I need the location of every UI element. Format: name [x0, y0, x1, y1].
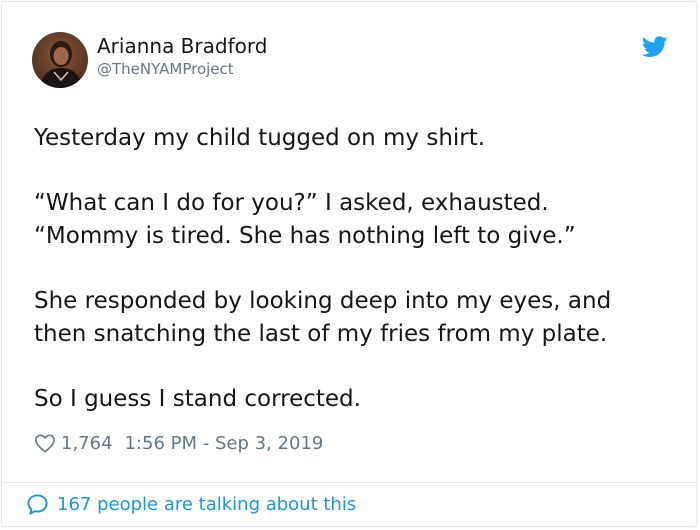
- tweet-line: She responded by looking deep into my ey…: [34, 288, 612, 314]
- avatar[interactable]: [32, 32, 88, 88]
- twitter-bird-icon-svg: [641, 36, 668, 57]
- speech-bubble-icon: [27, 494, 48, 515]
- tweet-line: So I guess I stand corrected.: [34, 386, 361, 412]
- tweet-line: Yesterday my child tugged on my shirt.: [34, 125, 486, 151]
- like-count: 1,764: [61, 432, 113, 454]
- like-button[interactable]: 1,764: [34, 433, 113, 454]
- tweet-card: Arianna Bradford @TheNYAMProject Yesterd…: [1, 1, 697, 527]
- tweet-meta: 1,764 1:56 PM - Sep 3, 2019: [34, 430, 323, 456]
- twitter-bird-icon[interactable]: [641, 36, 668, 58]
- tweet-header: Arianna Bradford @TheNYAMProject: [32, 32, 672, 92]
- footer-divider: [2, 482, 696, 483]
- display-name[interactable]: Arianna Bradford: [97, 34, 267, 58]
- tweet-timestamp[interactable]: 1:56 PM - Sep 3, 2019: [125, 433, 324, 454]
- conversation-link[interactable]: 167 people are talking about this: [26, 493, 356, 516]
- conversation-text: 167 people are talking about this: [57, 494, 357, 515]
- tweet-line: then snatching the last of my fries from…: [34, 321, 608, 347]
- tweet-line: “What can I do for you?” I asked, exhaus…: [34, 190, 549, 216]
- avatar-image: [32, 32, 88, 88]
- tweet-text: Yesterday my child tugged on my shirt. “…: [34, 122, 674, 416]
- user-info: Arianna Bradford @TheNYAMProject: [97, 34, 267, 79]
- user-handle[interactable]: @TheNYAMProject: [97, 59, 267, 79]
- tweet-line: “Mommy is tired. She has nothing left to…: [34, 223, 576, 249]
- heart-icon: [35, 434, 55, 453]
